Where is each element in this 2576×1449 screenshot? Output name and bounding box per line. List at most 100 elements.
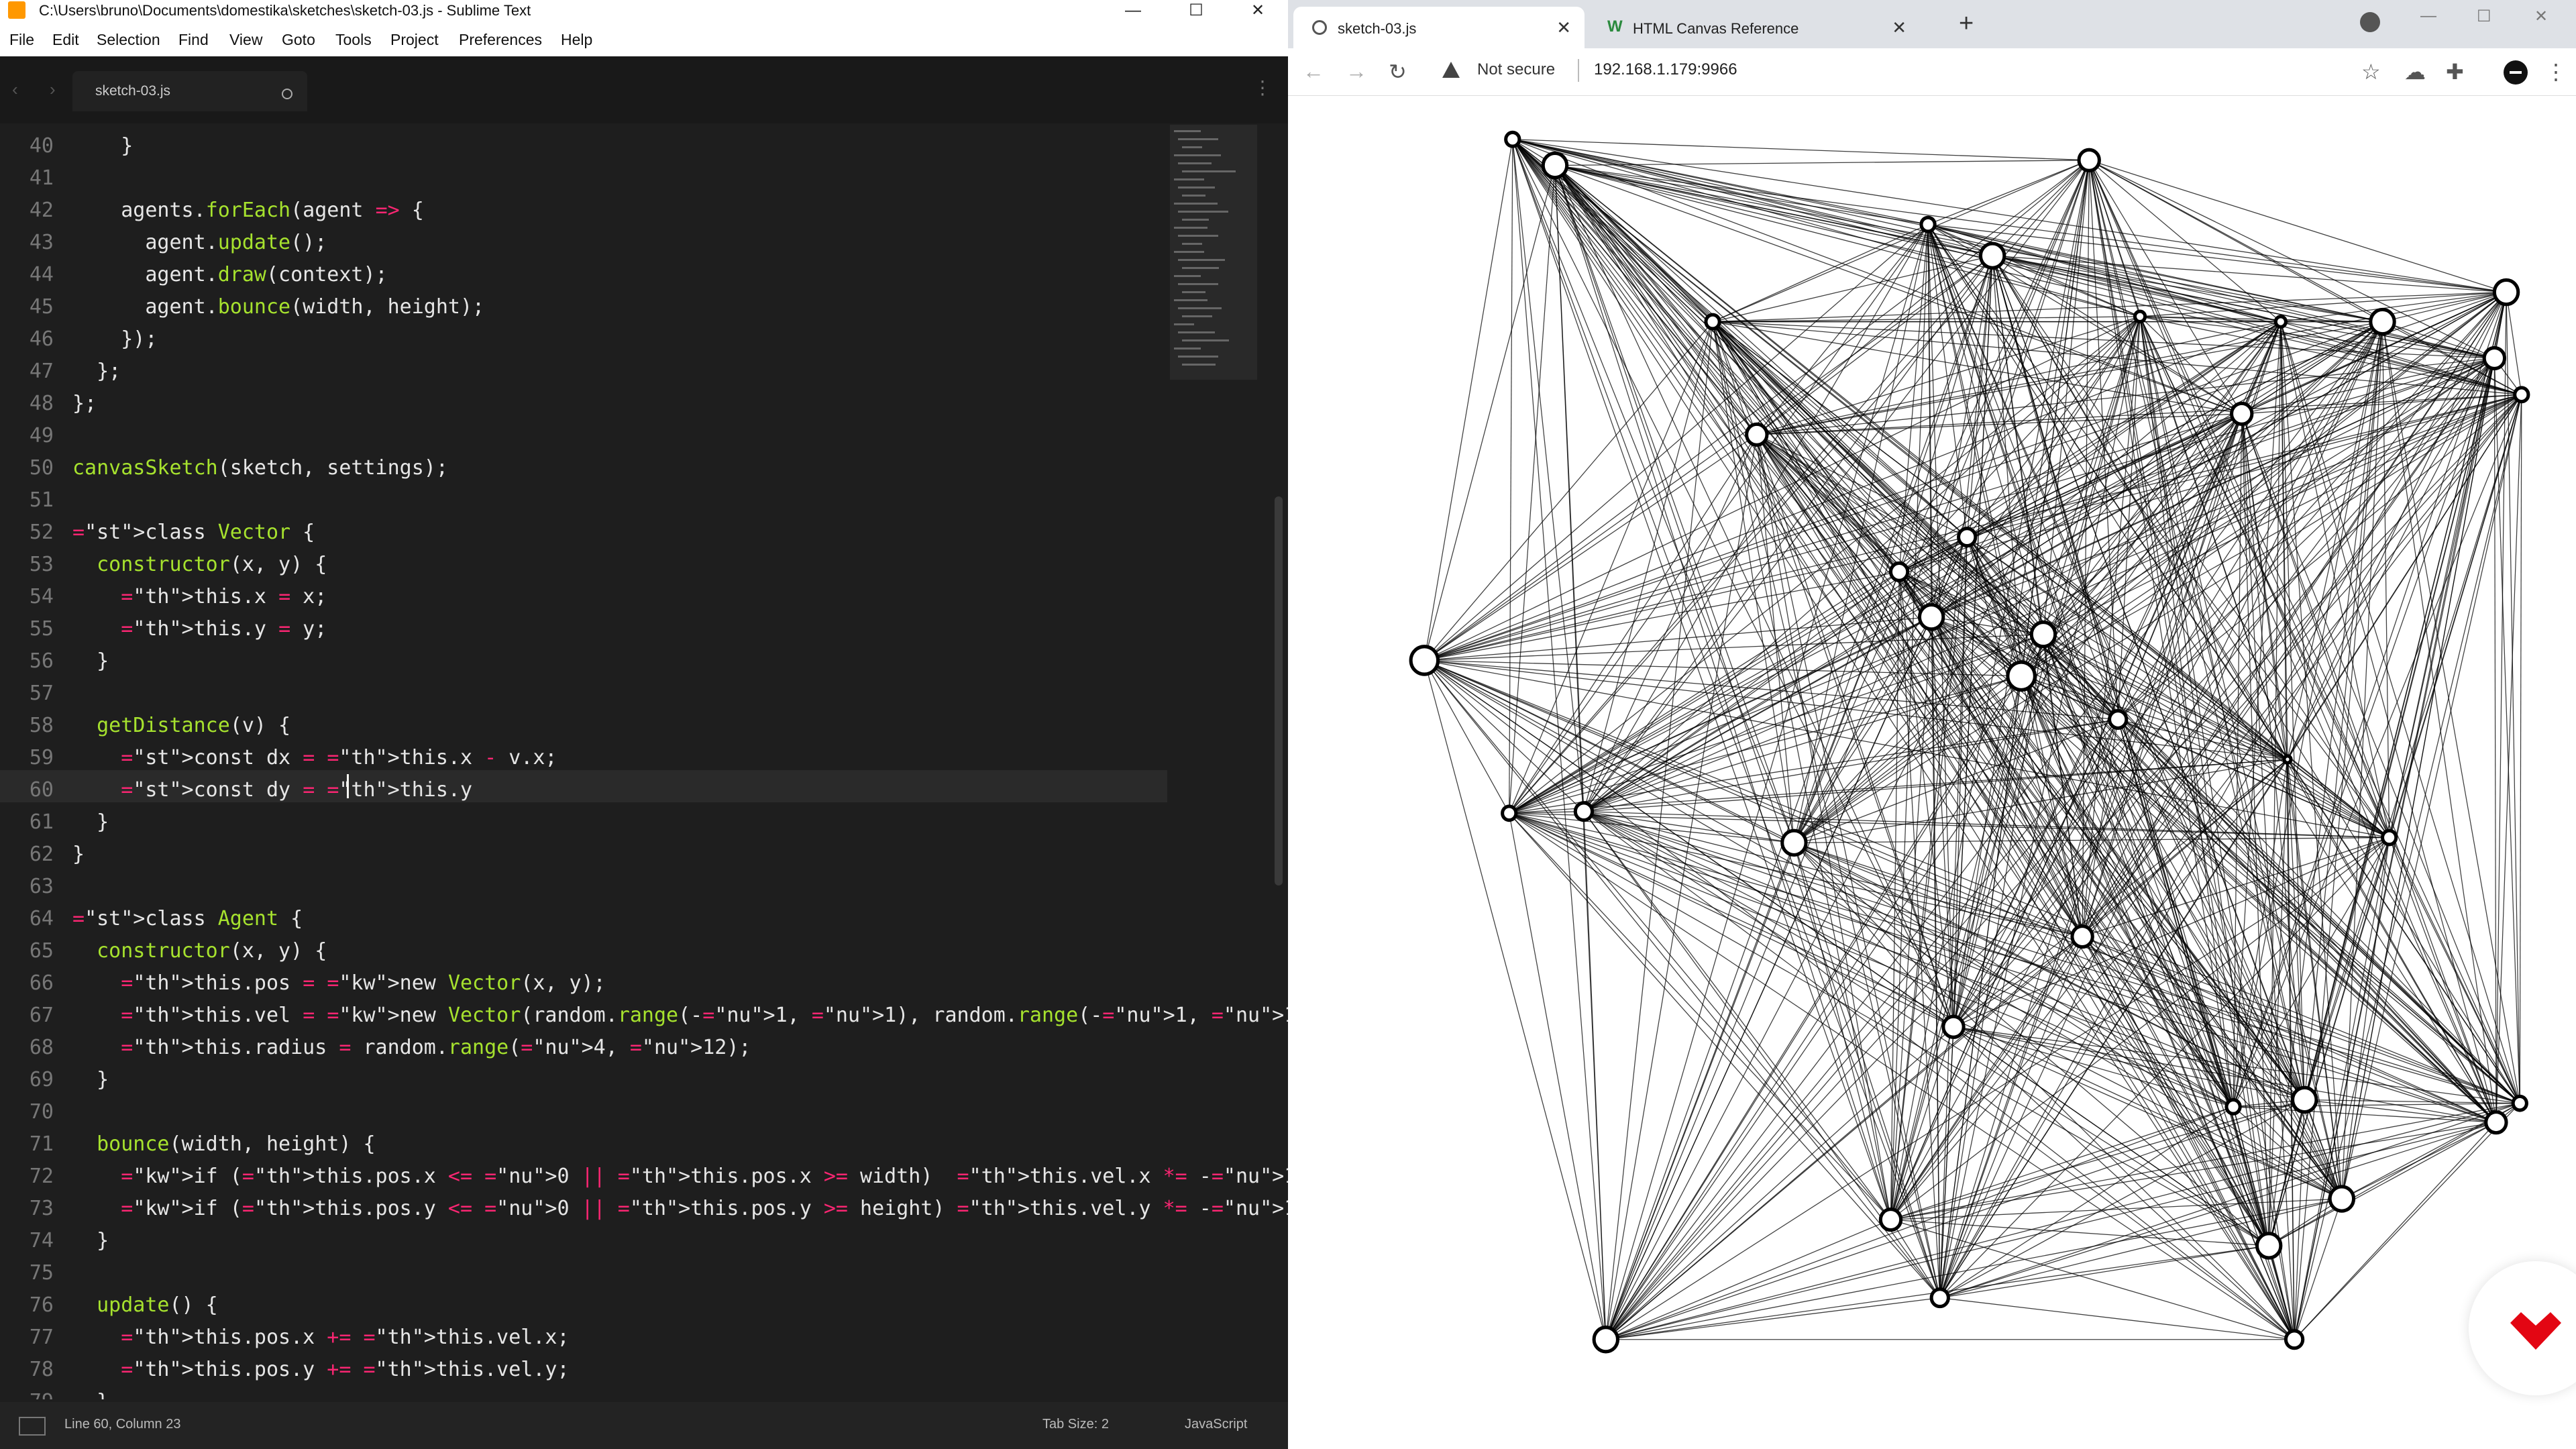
menu-kebab-icon[interactable]: ⋮ xyxy=(2545,59,2567,85)
tab-sketch-03-js[interactable]: sketch-03.js ✕ xyxy=(1293,7,1585,48)
tab-forward-icon[interactable]: › xyxy=(50,79,56,100)
forward-icon[interactable]: → xyxy=(1346,59,1367,84)
close-tab-icon[interactable]: ✕ xyxy=(1556,17,1571,38)
bookmark-star-icon[interactable]: ☆ xyxy=(2361,59,2381,85)
menu-find[interactable]: Find xyxy=(178,31,209,49)
domestika-logo[interactable] xyxy=(2469,1261,2576,1395)
domestika-heart-icon xyxy=(2510,1312,2561,1350)
code-line[interactable]: constructor(x, y) { xyxy=(72,553,327,576)
reload-icon[interactable]: ↻ xyxy=(1389,59,1407,85)
minimize-button[interactable]: — xyxy=(1110,0,1157,21)
warning-icon[interactable] xyxy=(1442,62,1460,78)
code-line[interactable]: update() { xyxy=(72,1293,218,1317)
code-line[interactable]: ="th">this.pos.x += ="th">this.vel.x; xyxy=(72,1326,569,1349)
code-line[interactable]: canvasSketch(sketch, settings); xyxy=(72,456,448,480)
minimap[interactable] xyxy=(1170,125,1257,380)
code-editor[interactable]: 40 41 42 43 44 45 46 47 48 49 50 51 52 53 54 55 56 57 58 59… xyxy=(0,125,1288,1399)
agent-link xyxy=(1509,813,1607,1340)
minimap-line xyxy=(1178,259,1225,261)
cursor-position[interactable]: Line 60, Column 23 xyxy=(64,1417,180,1432)
agent-link xyxy=(1927,160,2090,225)
sketch-canvas[interactable] xyxy=(1343,96,2564,1364)
security-indicator[interactable]: Not secure xyxy=(1477,60,1555,79)
new-tab-icon[interactable]: + xyxy=(1959,9,1974,38)
code-line[interactable]: constructor(x, y) { xyxy=(72,939,327,963)
tab-html-canvas-reference[interactable]: W HTML Canvas Reference ✕ xyxy=(1589,7,1920,48)
tab-back-icon[interactable]: ‹ xyxy=(12,79,18,100)
line-number: 46 xyxy=(29,327,54,351)
code-line[interactable]: } xyxy=(72,843,85,866)
code-line[interactable]: } xyxy=(72,810,109,834)
menu-project[interactable]: Project xyxy=(390,31,439,49)
code-line[interactable]: } xyxy=(72,1068,109,1091)
code-line[interactable]: } xyxy=(72,1229,109,1252)
agent-node xyxy=(1878,1207,1903,1232)
menu-bar: File Edit Selection Find View Goto Tools… xyxy=(0,21,1288,57)
code-line[interactable]: bounce(width, height) { xyxy=(72,1132,375,1156)
back-icon[interactable]: ← xyxy=(1303,59,1324,84)
minimize-button[interactable]: — xyxy=(2420,7,2436,25)
code-line[interactable]: ="th">this.pos.y += ="th">this.vel.y; xyxy=(72,1358,569,1381)
minimap-line xyxy=(1174,227,1208,229)
code-line[interactable]: ="th">this.vel = ="kw">new Vector(random… xyxy=(72,1004,1288,1027)
menu-edit[interactable]: Edit xyxy=(52,31,79,49)
menu-preferences[interactable]: Preferences xyxy=(459,31,542,49)
maximize-button[interactable]: ☐ xyxy=(1173,0,1220,21)
code-line[interactable]: agent.bounce(width, height); xyxy=(72,295,484,319)
menu-help[interactable]: Help xyxy=(561,31,592,49)
code-line[interactable]: agent.draw(context); xyxy=(72,263,387,286)
agent-link xyxy=(1992,255,2495,359)
code-line[interactable]: ="th">this.x = x; xyxy=(72,585,327,608)
code-line[interactable]: } xyxy=(72,1390,109,1399)
panel-toggle-icon[interactable] xyxy=(19,1417,46,1436)
code-line[interactable]: ="kw">if (="th">this.pos.y <= ="nu">0 ||… xyxy=(72,1197,1288,1220)
agent-link xyxy=(1583,811,1607,1340)
code-line[interactable]: agent.update(); xyxy=(72,231,327,254)
code-line[interactable]: ="st">const dy = ="th">this.y xyxy=(72,778,484,802)
code-line[interactable]: ="th">this.pos = ="kw">new Vector(x, y); xyxy=(72,971,606,995)
code-line[interactable]: ="kw">if (="th">this.pos.x <= ="nu">0 ||… xyxy=(72,1165,1288,1188)
code-line[interactable]: agents.forEach(agent => { xyxy=(72,199,424,222)
tab-size[interactable]: Tab Size: 2 xyxy=(1042,1417,1109,1432)
close-button[interactable]: ✕ xyxy=(1234,0,1281,21)
line-number: 63 xyxy=(29,875,54,898)
code-line[interactable]: } xyxy=(72,649,109,673)
code-line[interactable]: }); xyxy=(72,327,157,351)
menu-selection[interactable]: Selection xyxy=(97,31,160,49)
maximize-button[interactable]: ☐ xyxy=(2477,7,2491,26)
close-button[interactable]: ✕ xyxy=(2534,7,2548,26)
code-line[interactable]: ="st">class Agent { xyxy=(72,907,303,930)
code-line[interactable]: } xyxy=(72,134,133,158)
code-line[interactable]: ="th">this.y = y; xyxy=(72,617,327,641)
code-line[interactable]: getDistance(v) { xyxy=(72,714,290,737)
code-line[interactable]: ="st">class Vector { xyxy=(72,521,315,544)
line-number: 56 xyxy=(29,649,54,673)
tab-menu-icon[interactable]: ⋮ xyxy=(1253,76,1272,99)
code-line[interactable]: ="st">const dx = ="th">this.x - v.x; xyxy=(72,746,557,769)
agent-node xyxy=(2070,924,2094,949)
tab-sketch-03[interactable]: sketch-03.js xyxy=(72,71,307,111)
agent-link xyxy=(2117,719,2497,1123)
unsaved-dot-icon[interactable] xyxy=(282,89,292,99)
code-line[interactable]: ="th">this.radius = random.range(="nu">4… xyxy=(72,1036,751,1059)
extensions-icon[interactable]: ✚ xyxy=(2446,59,2464,85)
scrollbar[interactable] xyxy=(1275,496,1283,885)
code-line[interactable]: }; xyxy=(72,392,97,415)
menu-goto[interactable]: Goto xyxy=(282,31,315,49)
code-line[interactable]: }; xyxy=(72,360,121,383)
line-number: 58 xyxy=(29,714,54,737)
syntax-mode[interactable]: JavaScript xyxy=(1185,1417,1247,1432)
address-bar[interactable]: 192.168.1.179:9966 xyxy=(1594,60,1737,79)
profile-avatar-icon[interactable] xyxy=(2504,60,2528,85)
cloud-icon[interactable]: ☁ xyxy=(2404,59,2426,85)
toolbar: ← → ↻ Not secure 192.168.1.179:9966 ☆ ☁ … xyxy=(1288,48,2576,96)
menu-file[interactable]: File xyxy=(9,31,34,49)
menu-view[interactable]: View xyxy=(229,31,262,49)
agent-node xyxy=(1745,422,1769,447)
tab-search-icon[interactable] xyxy=(2360,12,2380,32)
close-tab-icon[interactable]: ✕ xyxy=(1892,17,1907,38)
menu-tools[interactable]: Tools xyxy=(335,31,372,49)
divider xyxy=(1578,59,1579,82)
line-number: 77 xyxy=(29,1326,54,1349)
agent-node xyxy=(2482,345,2507,371)
